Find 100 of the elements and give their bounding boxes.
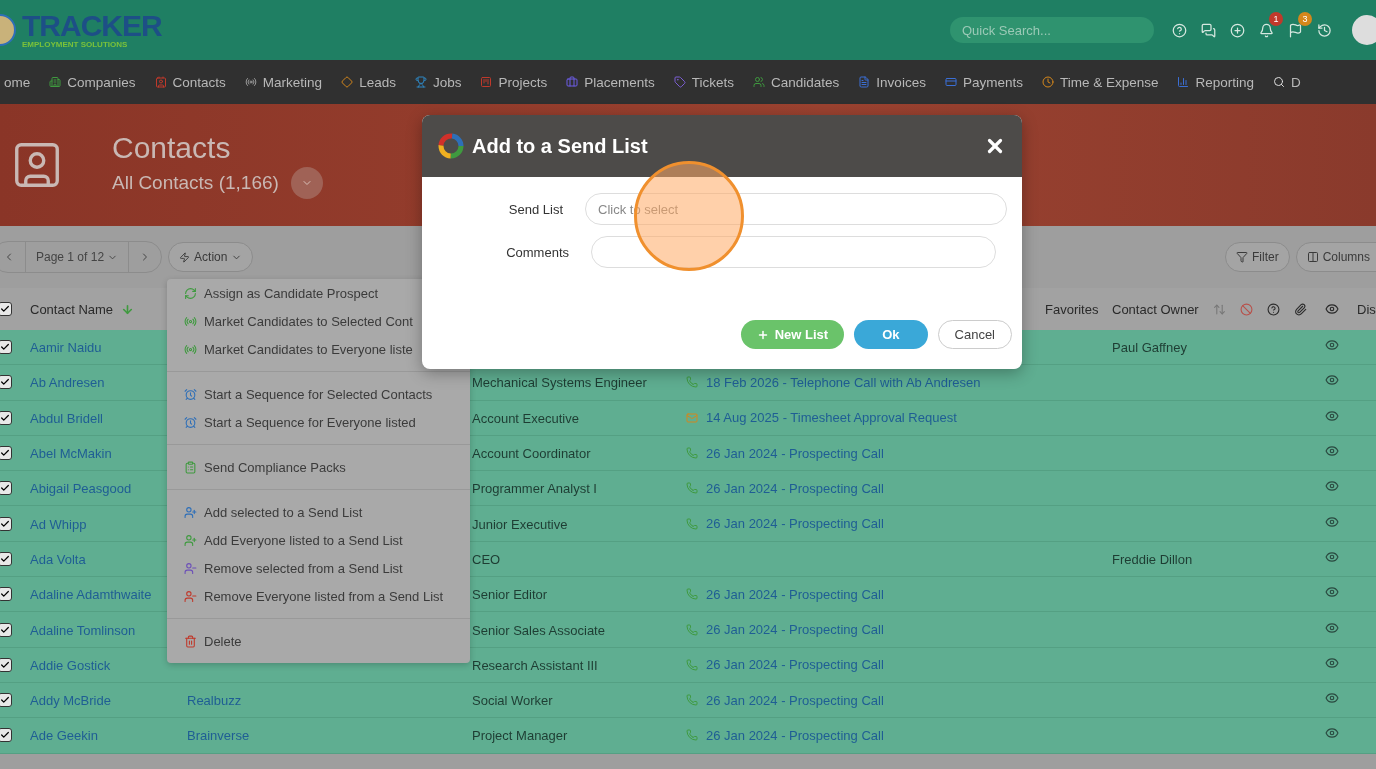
company-link[interactable]: Realbuzz xyxy=(187,693,242,709)
cancel-button[interactable]: Cancel xyxy=(937,320,1012,349)
activity-link[interactable]: 26 Jan 2024 - Prospecting Call xyxy=(686,622,1045,637)
user-remove-icon xyxy=(184,589,197,603)
eye-icon[interactable] xyxy=(1325,408,1339,423)
row-checkbox[interactable] xyxy=(0,622,12,637)
contact-name-link[interactable]: Ada Volta xyxy=(30,551,86,567)
phone-icon xyxy=(686,376,698,389)
nav-item[interactable]: Placements xyxy=(566,74,655,90)
eye-icon[interactable] xyxy=(1325,338,1339,353)
menu-item[interactable]: Remove Everyone listed from a Send List xyxy=(167,582,470,610)
contact-name-link[interactable]: Abel McMakin xyxy=(30,446,112,462)
avatar[interactable] xyxy=(1352,15,1376,45)
briefcase-icon xyxy=(566,76,579,88)
eye-icon[interactable] xyxy=(1325,479,1339,494)
logo-icon xyxy=(438,133,464,159)
filter-button[interactable]: Filter xyxy=(1224,242,1290,272)
contact-name-link[interactable]: Ad Whipp xyxy=(30,516,87,532)
input-field[interactable] xyxy=(591,236,996,268)
nav-item[interactable]: Leads xyxy=(341,74,396,90)
nav-item[interactable]: Tickets xyxy=(673,74,735,90)
nav-item[interactable]: Time & Expense xyxy=(1041,74,1159,90)
eye-icon[interactable] xyxy=(1325,585,1339,600)
add-icon[interactable] xyxy=(1230,22,1245,38)
row-checkbox[interactable] xyxy=(0,657,12,672)
nav-item[interactable]: Candidates xyxy=(753,74,840,90)
nav-item[interactable]: Projects xyxy=(480,74,548,90)
company-link[interactable]: Brainverse xyxy=(187,728,250,744)
dialog-title: Add to a Send List xyxy=(472,134,649,158)
select-all-checkbox[interactable] xyxy=(0,302,12,316)
activity-link[interactable]: 26 Jan 2024 - Prospecting Call xyxy=(686,480,1045,496)
menu-item[interactable]: Start a Sequence for Selected Contacts xyxy=(167,380,470,408)
row-checkbox[interactable] xyxy=(0,516,12,531)
eye-icon[interactable] xyxy=(1325,444,1339,459)
action-button[interactable]: Action xyxy=(168,242,254,272)
eye-icon[interactable] xyxy=(1325,691,1339,706)
activity-link[interactable]: 26 Jan 2024 - Prospecting Call xyxy=(686,516,1045,532)
field-label: Send List xyxy=(507,201,563,217)
menu-item[interactable]: Delete xyxy=(167,627,470,655)
flag-icon[interactable] xyxy=(1288,22,1303,38)
job-title: Account Executive xyxy=(472,410,579,426)
eye-icon[interactable] xyxy=(1325,655,1339,670)
chat-icon[interactable] xyxy=(1201,22,1216,38)
ok-button[interactable]: Ok xyxy=(854,320,928,349)
help-icon[interactable] xyxy=(1172,22,1187,38)
contact-name-link[interactable]: Ade Geekin xyxy=(30,728,98,744)
job-title: Research Assistant III xyxy=(472,657,598,673)
row-checkbox[interactable] xyxy=(0,481,12,496)
contact-name-link[interactable]: Addie Gostick xyxy=(30,657,111,673)
quick-search-field[interactable]: Quick Search... xyxy=(950,17,1154,43)
row-checkbox[interactable] xyxy=(0,410,12,425)
menu-item[interactable]: Start a Sequence for Everyone listed xyxy=(167,408,470,436)
nav-item[interactable]: Jobs xyxy=(414,74,462,90)
row-checkbox[interactable] xyxy=(0,551,12,566)
row-checkbox[interactable] xyxy=(0,728,12,743)
column-header[interactable]: Favorites xyxy=(1045,301,1099,317)
contact-name-link[interactable]: Adaline Tomlinson xyxy=(30,622,136,638)
contact-name-link[interactable]: Abigail Peasgood xyxy=(30,481,132,497)
nav-item[interactable]: Reporting xyxy=(1177,74,1254,90)
column-header[interactable]: Contact Owner xyxy=(1112,301,1199,317)
column-header[interactable]: Dis xyxy=(1357,301,1376,317)
columns-button[interactable]: Columns xyxy=(1295,242,1376,272)
nav-item[interactable]: Payments xyxy=(944,74,1023,90)
contact-name-link[interactable]: Ab Andresen xyxy=(30,375,105,391)
activity-link[interactable]: 26 Jan 2024 - Prospecting Call xyxy=(686,727,1045,743)
nav-item[interactable]: ome xyxy=(0,74,31,90)
eye-icon[interactable] xyxy=(1325,549,1339,564)
menu-item[interactable]: Add Everyone listed to a Send List xyxy=(167,526,470,554)
column-header[interactable]: Contact Name xyxy=(30,301,114,317)
activity-link[interactable]: 26 Jan 2024 - Prospecting Call xyxy=(686,445,1045,461)
activity-link[interactable]: 26 Jan 2024 - Prospecting Call xyxy=(686,657,1045,673)
contact-name-link[interactable]: Abdul Bridell xyxy=(30,410,103,426)
nav-item[interactable]: Marketing xyxy=(244,74,323,90)
nav-item[interactable]: D xyxy=(1273,74,1301,90)
eye-icon[interactable] xyxy=(1325,726,1339,741)
activity-link[interactable]: 26 Jan 2024 - Prospecting Call xyxy=(686,586,1045,602)
activity-link[interactable]: 26 Jan 2024 - Prospecting Call xyxy=(686,692,1045,708)
eye-icon[interactable] xyxy=(1325,620,1339,635)
contact-name-link[interactable]: Aamir Naidu xyxy=(30,340,102,356)
activity-link[interactable]: 18 Feb 2026 - Telephone Call with Ab Andresen xyxy=(686,374,1045,390)
row-checkbox[interactable] xyxy=(0,693,12,708)
contact-name-link[interactable]: Adaline Adamthwaite xyxy=(30,587,152,603)
nav-item[interactable]: Companies xyxy=(49,74,136,90)
nav-item[interactable]: Contacts xyxy=(154,74,226,90)
bell-icon[interactable] xyxy=(1259,22,1274,38)
row-checkbox[interactable] xyxy=(0,446,12,461)
menu-item[interactable]: Add selected to a Send List xyxy=(167,498,470,526)
activity-link[interactable]: 14 Aug 2025 - Timesheet Approval Request xyxy=(686,410,1045,426)
eye-icon[interactable] xyxy=(1325,373,1339,388)
contact-name-link[interactable]: Addy McBride xyxy=(30,693,111,709)
menu-item[interactable]: Remove selected from a Send List xyxy=(167,554,470,582)
row-checkbox[interactable] xyxy=(0,587,12,602)
eye-icon[interactable] xyxy=(1325,514,1339,529)
row-checkbox[interactable] xyxy=(0,340,12,355)
nav-item[interactable]: Invoices xyxy=(858,74,926,90)
page-select[interactable]: Page 1 of 12 xyxy=(26,242,130,272)
users-icon xyxy=(753,76,766,88)
row-checkbox[interactable] xyxy=(0,375,12,390)
menu-item[interactable]: Send Compliance Packs xyxy=(167,453,470,481)
history-icon[interactable] xyxy=(1317,22,1332,38)
